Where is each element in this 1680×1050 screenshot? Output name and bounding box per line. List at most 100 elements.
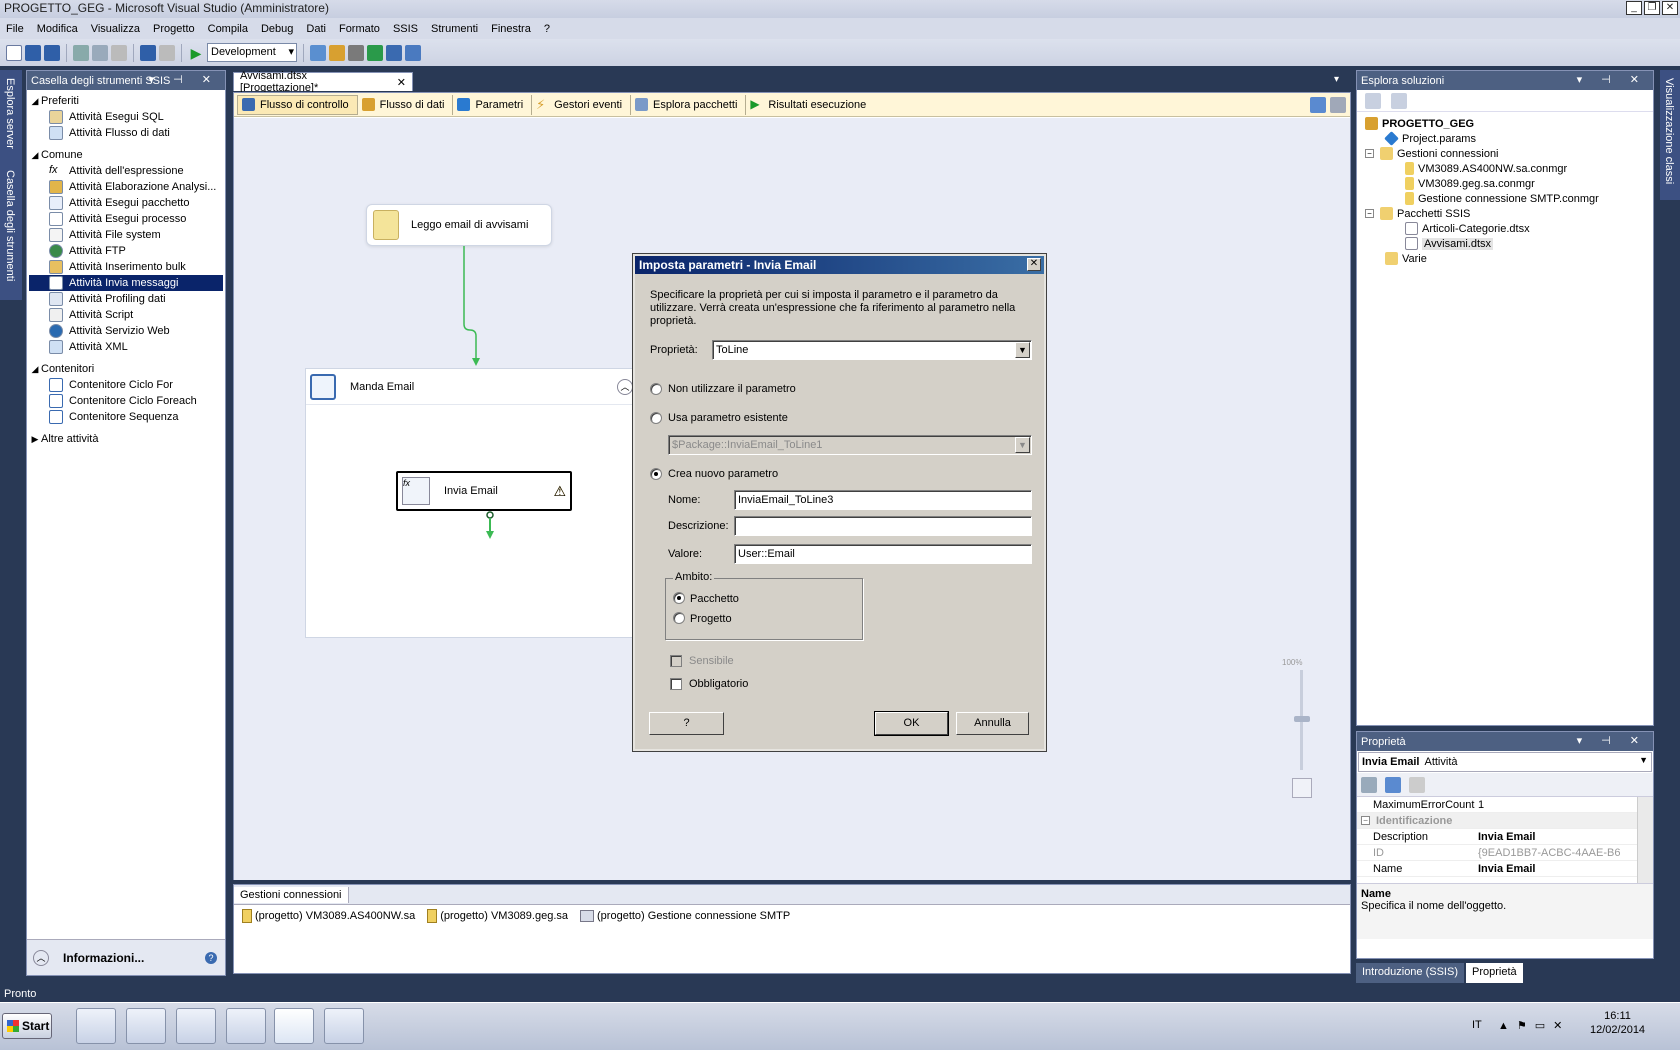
cancel-button[interactable]: Annulla bbox=[956, 712, 1029, 735]
new-project-icon[interactable] bbox=[6, 44, 22, 61]
menu-edit[interactable]: Modifica bbox=[37, 23, 78, 35]
toolbox-item-selected[interactable]: Attività Invia messaggi bbox=[29, 275, 223, 291]
panel-controls[interactable]: ▾ ⊣ ✕ bbox=[1577, 734, 1647, 747]
paste-icon[interactable] bbox=[111, 44, 127, 61]
toolbox-category-contenitori[interactable]: ◢ Contenitori bbox=[29, 361, 223, 377]
toolbox-item[interactable]: Attività XML bbox=[29, 339, 223, 355]
task-node-invia-email[interactable]: fx Invia Email ⚠ bbox=[396, 471, 572, 511]
toolbox-item[interactable]: Attività Flusso di dati bbox=[29, 125, 223, 141]
menu-data[interactable]: Dati bbox=[306, 23, 326, 35]
alphabetical-icon[interactable] bbox=[1385, 776, 1401, 793]
dialog-close-button[interactable]: ✕ bbox=[1027, 258, 1041, 271]
variables-icon[interactable] bbox=[1330, 96, 1346, 113]
connection-tray-tab[interactable]: Gestioni connessioni bbox=[234, 886, 349, 903]
tree-item-package[interactable]: Articoli-Categorie.dtsx bbox=[1365, 221, 1645, 236]
menu-project[interactable]: Progetto bbox=[153, 23, 195, 35]
name-field[interactable]: InviaEmail_ToLine3 bbox=[734, 490, 1032, 510]
panel-controls[interactable]: ▾ ⊣ ✕ bbox=[149, 73, 219, 86]
task-output-connector[interactable] bbox=[482, 511, 498, 541]
toolbox-category-preferiti[interactable]: ◢ Preferiti bbox=[29, 93, 223, 109]
existing-parameter-dropdown[interactable]: $Package::InviaEmail_ToLine1 ▼ bbox=[668, 435, 1032, 455]
solution-icon[interactable] bbox=[386, 44, 402, 61]
property-group[interactable]: − Identificazione bbox=[1357, 813, 1653, 829]
tree-item-connection[interactable]: VM3089.geg.sa.conmgr bbox=[1365, 176, 1645, 191]
connection-item[interactable]: (progetto) VM3089.AS400NW.sa bbox=[242, 909, 415, 923]
toolbox-item[interactable]: Attività FTP bbox=[29, 243, 223, 259]
toolbox-item[interactable]: Contenitore Sequenza bbox=[29, 409, 223, 425]
toolbox-item[interactable]: Attività Profiling dati bbox=[29, 291, 223, 307]
copy-icon[interactable] bbox=[92, 44, 108, 61]
tab-properties[interactable]: Proprietà bbox=[1466, 963, 1523, 983]
tab-data-flow[interactable]: Flusso di dati bbox=[358, 94, 454, 115]
find-icon[interactable] bbox=[310, 44, 326, 61]
fit-view-icon[interactable] bbox=[1292, 778, 1312, 798]
menu-file[interactable]: File bbox=[6, 23, 24, 35]
window-icon[interactable] bbox=[405, 44, 421, 61]
toolbox-item[interactable]: Contenitore Ciclo For bbox=[29, 377, 223, 393]
configuration-dropdown[interactable]: Development bbox=[207, 43, 297, 62]
toolbox-item[interactable]: Attività File system bbox=[29, 227, 223, 243]
radio-scope-package[interactable] bbox=[673, 592, 685, 604]
toolbox-item[interactable]: Attività Esegui SQL bbox=[29, 109, 223, 125]
toolbox-item[interactable]: Attività Servizio Web bbox=[29, 323, 223, 339]
taskbar-server-manager[interactable] bbox=[76, 1008, 116, 1044]
save-all-icon[interactable] bbox=[44, 44, 60, 61]
properties-icon[interactable] bbox=[329, 44, 345, 61]
property-pages-icon[interactable] bbox=[1409, 776, 1425, 793]
tab-parameters[interactable]: Parametri bbox=[453, 94, 533, 115]
parameterize-icon[interactable] bbox=[1310, 96, 1326, 113]
property-row[interactable]: MaximumErrorCount 1 bbox=[1357, 797, 1653, 813]
radio-no-parameter[interactable] bbox=[650, 383, 662, 395]
class-view-tab[interactable]: Visualizzazione classi bbox=[1663, 78, 1675, 184]
server-explorer-tab[interactable]: Esplora server bbox=[4, 78, 16, 149]
menu-build[interactable]: Compila bbox=[208, 23, 248, 35]
tab-introduction[interactable]: Introduzione (SSIS) bbox=[1356, 963, 1464, 983]
menu-debug[interactable]: Debug bbox=[261, 23, 293, 35]
toolbox-category-comune[interactable]: ◢ Comune bbox=[29, 147, 223, 163]
taskbar-sql-tools[interactable] bbox=[324, 1008, 364, 1044]
container-manda-email[interactable]: Manda Email ︿ fx Invia Email ⚠ bbox=[305, 368, 635, 638]
toolbox-category-altre[interactable]: ▶ Altre attività bbox=[29, 431, 223, 447]
task-node-read-email[interactable]: Leggo email di avvisami bbox=[366, 204, 552, 246]
minimize-button[interactable]: _ bbox=[1626, 1, 1642, 15]
property-row[interactable]: Description Invia Email bbox=[1357, 829, 1653, 845]
radio-existing-parameter[interactable] bbox=[650, 412, 662, 424]
tree-item-package-selected[interactable]: Avvisami.dtsx bbox=[1365, 236, 1645, 251]
help-button[interactable]: ? bbox=[649, 712, 724, 735]
toolbox-item[interactable]: fx Attività dell'espressione bbox=[29, 163, 223, 179]
menu-window[interactable]: Finestra bbox=[491, 23, 531, 35]
ok-button[interactable]: OK bbox=[874, 711, 949, 736]
doc-dropdown-icon[interactable]: ▾ bbox=[1334, 74, 1339, 85]
property-row[interactable]: Name Invia Email bbox=[1357, 861, 1653, 877]
show-all-files-icon[interactable] bbox=[1391, 92, 1407, 109]
language-indicator[interactable]: IT bbox=[1472, 1019, 1482, 1031]
collapse-container-icon[interactable]: ︿ bbox=[617, 379, 633, 395]
toolbox-item[interactable]: Attività Inserimento bulk bbox=[29, 259, 223, 275]
menu-format[interactable]: Formato bbox=[339, 23, 380, 35]
cut-icon[interactable] bbox=[73, 44, 89, 61]
redo-icon[interactable] bbox=[159, 44, 175, 61]
categorized-icon[interactable] bbox=[1361, 776, 1377, 793]
tab-execution-results[interactable]: ▶ Risultati esecuzione bbox=[746, 95, 874, 115]
toolbox-tab[interactable]: Casella degli strumenti bbox=[4, 170, 16, 281]
toolbox-item[interactable]: Attività Esegui pacchetto bbox=[29, 195, 223, 211]
help-icon[interactable]: ? bbox=[205, 951, 217, 964]
menu-ssis[interactable]: SSIS bbox=[393, 23, 418, 35]
tree-item-params[interactable]: Project.params bbox=[1365, 131, 1645, 146]
connection-item[interactable]: (progetto) VM3089.geg.sa bbox=[427, 909, 568, 923]
object-selector[interactable]: Invia Email Attività ▼ bbox=[1358, 752, 1652, 772]
radio-new-parameter[interactable] bbox=[650, 468, 662, 480]
document-tab[interactable]: Avvisami.dtsx [Progettazione]* ✕ bbox=[233, 70, 413, 94]
taskbar-explorer[interactable] bbox=[176, 1008, 216, 1044]
tree-folder-connections[interactable]: − Gestioni connessioni bbox=[1365, 146, 1645, 161]
save-icon[interactable] bbox=[25, 44, 41, 61]
toolbox-item[interactable]: Attività Script bbox=[29, 307, 223, 323]
description-field[interactable] bbox=[734, 516, 1032, 536]
value-field[interactable]: User::Email bbox=[734, 544, 1032, 564]
close-window-button[interactable]: ✕ bbox=[1662, 1, 1678, 15]
menu-view[interactable]: Visualizza bbox=[91, 23, 140, 35]
property-dropdown[interactable]: ToLine ▼ bbox=[712, 340, 1032, 360]
taskbar-visual-studio[interactable] bbox=[274, 1008, 314, 1044]
collapse-icon[interactable]: ︿ bbox=[33, 949, 49, 966]
start-debug-icon[interactable]: ▶ bbox=[188, 45, 204, 61]
